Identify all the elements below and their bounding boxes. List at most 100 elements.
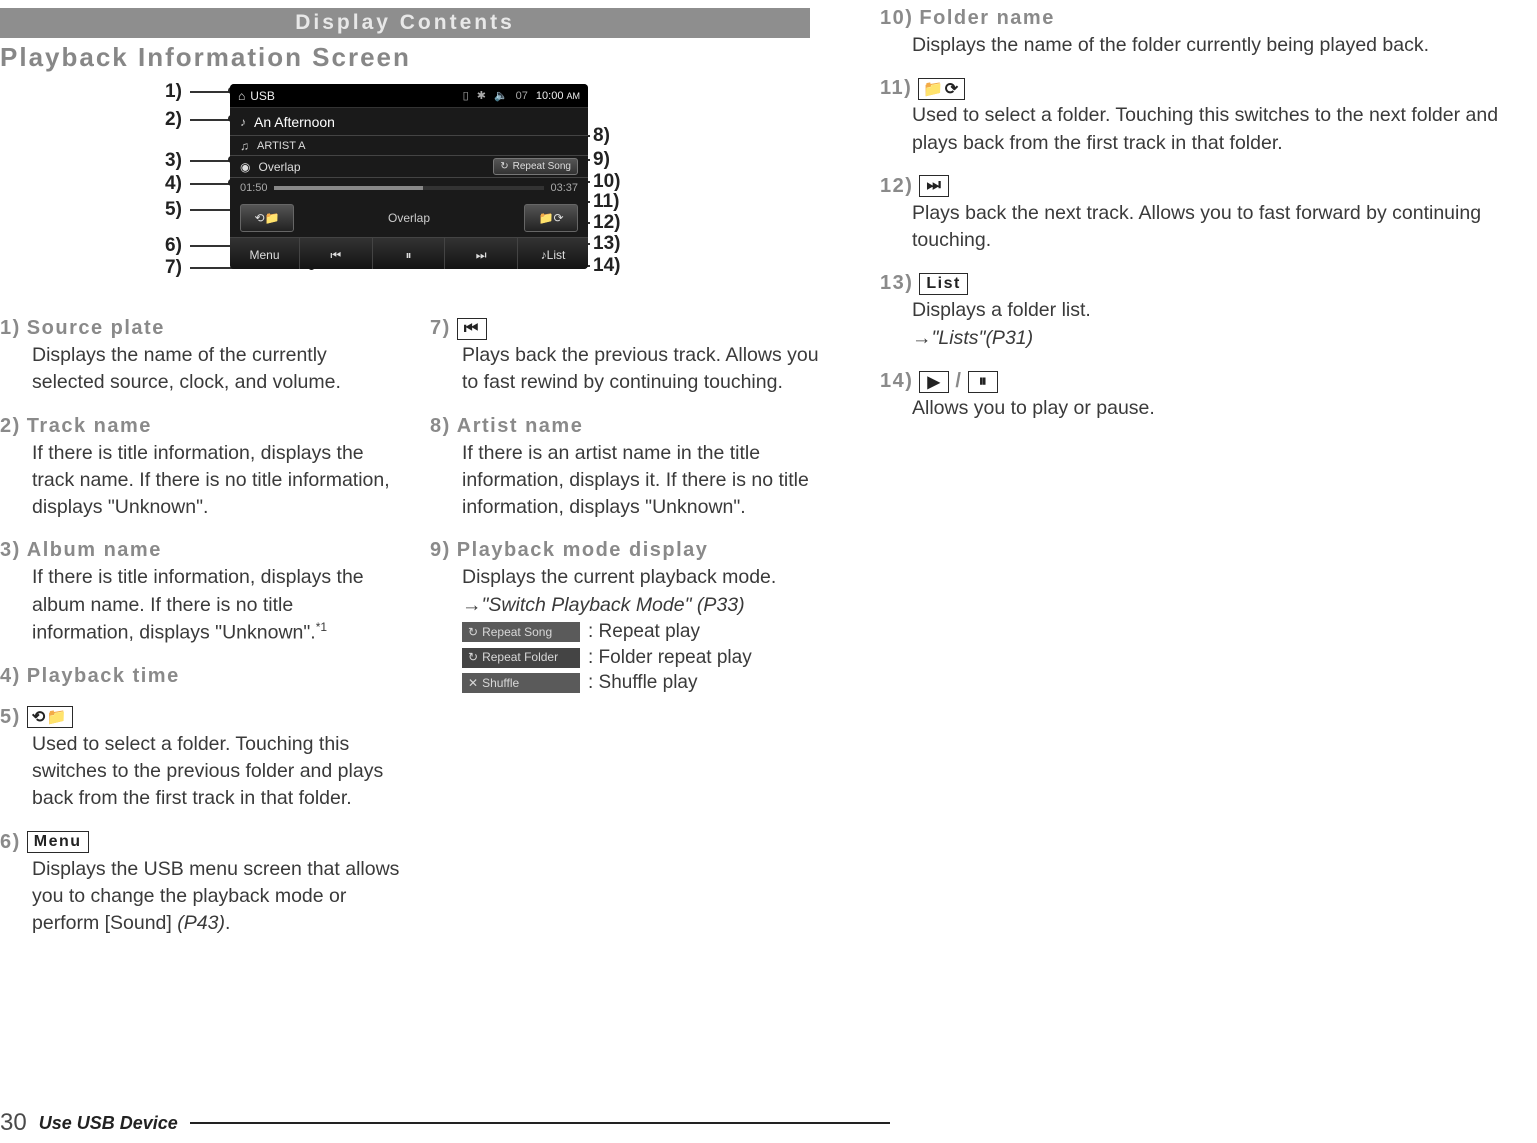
item-4: 4) Playback time <box>0 665 400 688</box>
item-13: 13) List Displays a folder list. →"Lists… <box>880 272 1507 352</box>
skip-prev-button[interactable]: ⏮ <box>457 318 487 340</box>
callout-9: 9) <box>593 149 610 171</box>
callout-1: 1) <box>165 81 182 103</box>
bottom-bar: Menu ⏮ ⏸ ⏭ ♪ List <box>230 238 588 269</box>
callout-2: 2) <box>165 109 182 131</box>
progress-bar[interactable] <box>274 186 545 190</box>
title-bar: Display Contents <box>0 8 810 38</box>
page-number: 30 <box>0 1109 27 1137</box>
item-8: 8) Artist name If there is an artist nam… <box>430 415 830 522</box>
track-row: ♪ An Afternoon <box>230 108 588 136</box>
source-label: USB <box>250 89 275 103</box>
mode-repeat-song: ↻ Repeat Song : Repeat play <box>430 619 830 645</box>
item-7-body: Plays back the previous track. Allows yo… <box>430 342 830 397</box>
track-name: An Afternoon <box>254 114 335 130</box>
item-1-title: Source plate <box>27 317 165 340</box>
item-3-title: Album name <box>27 539 162 562</box>
device-screen: ⌂ USB ▯ ✱ 🔈 07 10:00 AM ♪ An Afternoon ♫ <box>230 84 588 269</box>
item-1: 1) Source plate Displays the name of the… <box>0 317 400 397</box>
playback-screen-diagram: 1) 2) 3) 4) 5) 6) 7) 8) 9) 10) 11) 12) 1… <box>170 79 810 289</box>
folder-next-icon: 📁⟳ <box>539 211 564 225</box>
section-heading: Playback Information Screen <box>0 42 850 73</box>
time-total: 03:37 <box>550 182 578 194</box>
callout-12: 12) <box>593 212 620 234</box>
item-3: 3) Album name If there is title informat… <box>0 539 400 646</box>
skip-prev-icon: ⏮ <box>330 248 341 263</box>
left-column: Display Contents Playback Information Sc… <box>0 0 870 1143</box>
item-5-body: Used to select a folder. Touching this s… <box>0 731 400 813</box>
album-name: Overlap <box>258 160 300 174</box>
play-pause-button[interactable]: ⏸ <box>373 238 446 269</box>
mode-repeat-folder: ↻ Repeat Folder : Folder repeat play <box>430 645 830 671</box>
shuffle-pill: ✕ Shuffle <box>462 673 580 693</box>
repeat-folder-pill: ↻ Repeat Folder <box>462 648 580 668</box>
item-6: 6) Menu Displays the USB menu screen tha… <box>0 831 400 938</box>
skip-next-icon: ⏭ <box>476 248 487 263</box>
item-columns: 1) Source plate Displays the name of the… <box>0 317 850 956</box>
next-folder-icon-button[interactable]: 📁⟳ <box>918 78 964 100</box>
item-14: 14) ▶ / ⏸ Allows you to play or pause. <box>880 370 1507 422</box>
disc-icon: ◉ <box>240 160 250 174</box>
item-11-body: Used to select a folder. Touching this s… <box>880 102 1507 157</box>
mode-shuffle: ✕ Shuffle : Shuffle play <box>430 670 830 696</box>
next-track-button[interactable]: ⏭ <box>445 238 518 269</box>
item-9: 9) Playback mode display Displays the cu… <box>430 539 830 696</box>
playback-mode-indicator[interactable]: ↻ Repeat Song <box>493 158 578 175</box>
artist-icon: ♫ <box>240 139 249 153</box>
item-12-body: Plays back the next track. Allows you to… <box>880 200 1507 255</box>
item-3-body: If there is title information, displays … <box>0 564 400 646</box>
item-10-title: Folder name <box>919 7 1054 30</box>
item-2: 2) Track name If there is title informat… <box>0 415 400 522</box>
play-button[interactable]: ▶ <box>919 371 949 393</box>
column-b: 7) ⏮ Plays back the previous track. Allo… <box>430 317 830 956</box>
item-2-body: If there is title information, displays … <box>0 440 400 522</box>
callout-5: 5) <box>165 199 182 221</box>
column-a: 1) Source plate Displays the name of the… <box>0 317 400 956</box>
item-6-body: Displays the USB menu screen that allows… <box>0 856 400 938</box>
volume-icon: 🔈 <box>494 89 508 102</box>
item-10-body: Displays the name of the folder currentl… <box>880 32 1507 59</box>
progress-row: 01:50 03:37 <box>230 178 588 198</box>
bluetooth-icon: ✱ <box>477 89 486 102</box>
pause-button[interactable]: ⏸ <box>968 371 998 393</box>
prev-folder-icon-button[interactable]: ⟲📁 <box>27 706 73 728</box>
next-folder-button[interactable]: 📁⟳ <box>524 204 578 232</box>
callout-10: 10) <box>593 171 620 193</box>
menu-button-label[interactable]: Menu <box>27 831 89 853</box>
volume-value: 07 <box>516 90 528 102</box>
item-5: 5) ⟲📁 Used to select a folder. Touching … <box>0 706 400 813</box>
item-11: 11) 📁⟳ Used to select a folder. Touching… <box>880 77 1507 157</box>
item-14-body: Allows you to play or pause. <box>880 395 1507 422</box>
prev-track-button[interactable]: ⏮ <box>300 238 373 269</box>
menu-button[interactable]: Menu <box>230 238 300 269</box>
callout-3: 3) <box>165 150 182 172</box>
clock-value: 10:00 AM <box>536 90 580 102</box>
callout-6: 6) <box>165 235 182 257</box>
note-icon: ♪ <box>240 115 246 129</box>
item-4-title: Playback time <box>27 665 180 688</box>
usb-icon: ⌂ USB <box>238 89 275 103</box>
item-12: 12) ⏭ Plays back the next track. Allows … <box>880 175 1507 255</box>
time-elapsed: 01:50 <box>240 182 268 194</box>
folder-prev-icon: ⟲📁 <box>255 211 280 225</box>
item-2-title: Track name <box>27 415 152 438</box>
prev-folder-button[interactable]: ⟲📁 <box>240 204 294 232</box>
repeat-song-pill: ↻ Repeat Song <box>462 622 580 642</box>
item-9-title: Playback mode display <box>457 539 709 562</box>
item-1-body: Displays the name of the currently selec… <box>0 342 400 397</box>
folder-name: Overlap <box>388 211 430 225</box>
callout-11: 11) <box>593 191 619 213</box>
signal-icon: ▯ <box>463 89 469 102</box>
callout-7: 7) <box>165 257 182 279</box>
right-column: 10)Folder name Displays the name of the … <box>870 0 1537 1143</box>
callout-8: 8) <box>593 125 610 147</box>
list-button-label[interactable]: List <box>919 273 967 295</box>
separator: / <box>955 370 962 393</box>
callout-13: 13) <box>593 233 620 255</box>
skip-next-button[interactable]: ⏭ <box>919 175 949 197</box>
item-7: 7) ⏮ Plays back the previous track. Allo… <box>430 317 830 397</box>
callout-4: 4) <box>165 173 182 195</box>
item-10: 10)Folder name Displays the name of the … <box>880 7 1507 59</box>
list-button[interactable]: ♪ List <box>518 238 588 269</box>
footer-title: Use USB Device <box>39 1113 178 1134</box>
